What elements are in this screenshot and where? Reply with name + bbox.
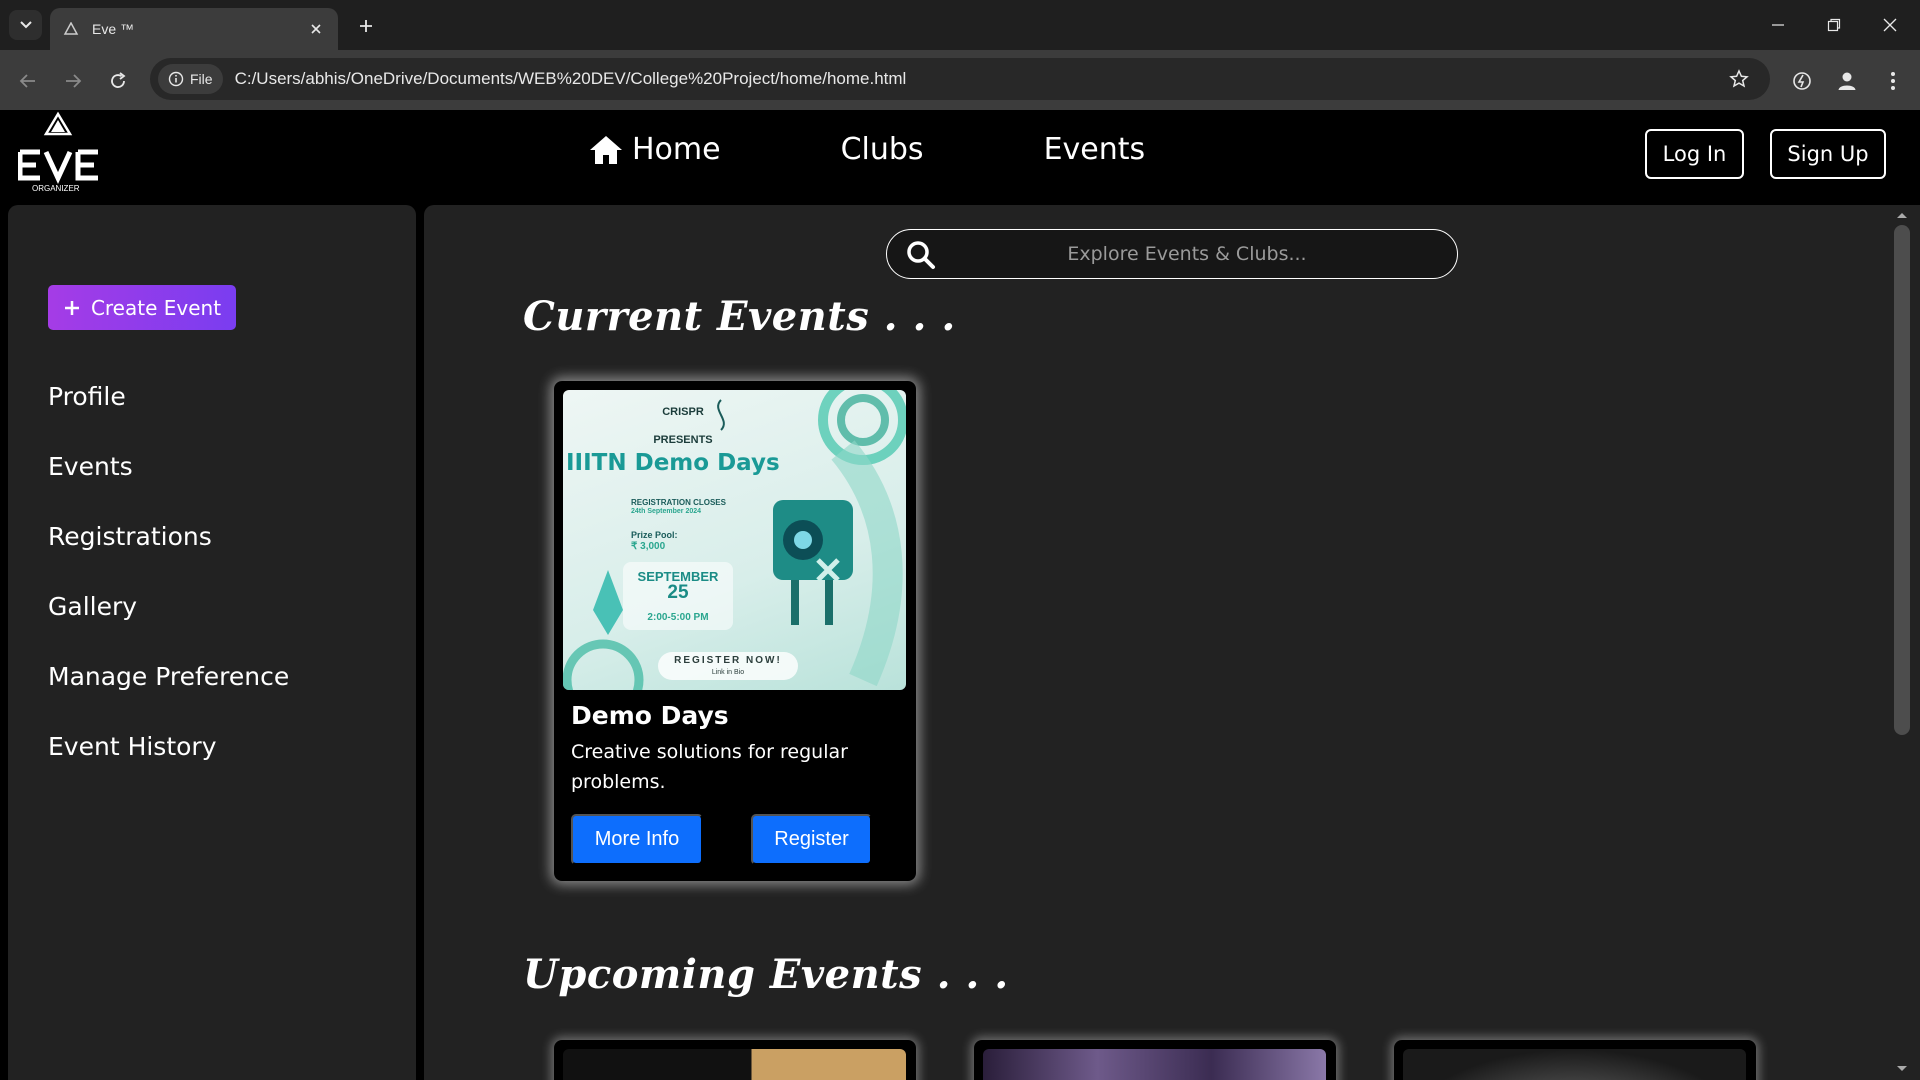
create-event-label: Create Event xyxy=(90,295,222,320)
sidebar-item-manage-preference[interactable]: Manage Preference xyxy=(48,662,289,691)
upcoming-event-card xyxy=(1394,1040,1756,1080)
scrollbar-thumb[interactable] xyxy=(1894,225,1910,735)
upcoming-event-card xyxy=(974,1040,1336,1080)
site-header: ORGANIZER Home Clubs Events Log In Sign … xyxy=(0,110,1920,205)
sidebar-item-gallery[interactable]: Gallery xyxy=(48,592,137,621)
scroll-down-arrow-icon[interactable] xyxy=(1894,1063,1910,1075)
restore-icon[interactable] xyxy=(1814,8,1854,42)
nav-home-label: Home xyxy=(632,132,721,167)
new-tab-icon[interactable] xyxy=(352,12,380,40)
signup-button[interactable]: Sign Up xyxy=(1770,129,1886,179)
nav-clubs-label: Clubs xyxy=(840,132,924,167)
nav-home-link[interactable]: Home xyxy=(588,132,721,167)
plus-icon xyxy=(64,300,79,315)
upcoming-event-card xyxy=(554,1040,916,1080)
poster-club: CRISPR xyxy=(662,406,704,418)
upcoming-events-heading: Upcoming Events . . . xyxy=(523,951,1009,998)
main-nav: Home Clubs Events xyxy=(588,132,1145,167)
nav-clubs-link[interactable]: Clubs xyxy=(841,132,924,167)
url-text: C:/Users/abhis/OneDrive/Documents/WEB%20… xyxy=(234,69,907,88)
nav-events-label: Events xyxy=(1043,132,1146,167)
sidebar-item-profile[interactable]: Profile xyxy=(48,382,126,411)
site-chip-label: File xyxy=(190,71,213,87)
chevron-down-icon xyxy=(19,21,32,29)
close-window-icon[interactable] xyxy=(1870,8,1910,42)
forward-arrow-icon[interactable] xyxy=(58,66,88,96)
search-input[interactable] xyxy=(947,230,1427,277)
sidebar-item-events[interactable]: Events xyxy=(48,452,133,481)
more-info-button[interactable]: More Info xyxy=(571,814,703,865)
home-icon xyxy=(590,135,622,164)
event-title: Demo Days xyxy=(571,701,729,730)
create-event-button[interactable]: Create Event xyxy=(48,285,236,330)
poster-cta-sub: Link in Bio xyxy=(711,669,745,676)
upcoming-event-image xyxy=(983,1049,1326,1080)
minimize-icon[interactable] xyxy=(1758,8,1798,42)
scroll-up-arrow-icon[interactable] xyxy=(1894,209,1910,221)
current-events-heading: Current Events . . . xyxy=(523,293,956,340)
sidebar-item-event-history[interactable]: Event History xyxy=(48,732,217,761)
site-info-chip[interactable]: File xyxy=(158,64,223,94)
address-bar[interactable]: File C:/Users/abhis/OneDrive/Documents/W… xyxy=(150,58,1770,100)
upcoming-event-image xyxy=(563,1049,906,1080)
nav-events-link[interactable]: Events xyxy=(1044,132,1146,167)
info-icon xyxy=(168,71,184,87)
login-button[interactable]: Log In xyxy=(1645,129,1744,179)
browser-tab-bar: Eve ™ xyxy=(0,0,1920,50)
event-description: Creative solutions for regular problems. xyxy=(571,741,848,793)
poster-reg-label: REGISTRATION CLOSES xyxy=(631,498,726,507)
poster-headline: IIITN Demo Days xyxy=(566,450,780,476)
sidebar-item-registrations[interactable]: Registrations xyxy=(48,522,212,551)
extensions-puzzle-icon[interactable] xyxy=(1785,64,1819,98)
poster-presents: PRESENTS xyxy=(653,434,713,446)
event-card: CRISPR PRESENTS IIITN Demo Days REGISTRA… xyxy=(554,381,916,881)
bookmark-star-icon[interactable] xyxy=(1724,64,1754,94)
poster-prize-label: Prize Pool: xyxy=(631,530,678,540)
logo-subtitle: ORGANIZER xyxy=(32,184,80,193)
eve-logo[interactable]: ORGANIZER xyxy=(17,110,100,202)
tab-search-menu-button[interactable] xyxy=(9,10,42,40)
search-bar xyxy=(886,229,1458,279)
event-poster-image: CRISPR PRESENTS IIITN Demo Days REGISTRA… xyxy=(563,390,906,690)
profile-avatar-icon[interactable] xyxy=(1830,64,1864,98)
browser-tab[interactable]: Eve ™ xyxy=(50,8,338,50)
register-button[interactable]: Register xyxy=(751,814,872,865)
search-icon[interactable] xyxy=(905,240,939,270)
main-content: Current Events . . . CRISPR PRESENTS xyxy=(424,205,1892,1080)
poster-day: 25 xyxy=(667,582,689,603)
poster-time: 2:00-5:00 PM xyxy=(647,612,709,623)
reload-icon[interactable] xyxy=(103,66,133,96)
sidebar: Create Event Profile Events Registration… xyxy=(8,205,416,1080)
browser-toolbar: File C:/Users/abhis/OneDrive/Documents/W… xyxy=(0,50,1920,110)
close-tab-icon[interactable] xyxy=(306,19,326,39)
poster-prize-value: ₹ 3,000 xyxy=(631,541,666,552)
eve-favicon-icon xyxy=(62,20,80,38)
tab-title: Eve ™ xyxy=(92,21,135,37)
poster-reg-date: 24th September 2024 xyxy=(631,508,702,515)
back-arrow-icon[interactable] xyxy=(13,66,43,96)
poster-cta: REGISTER NOW! xyxy=(674,655,782,666)
upcoming-event-image xyxy=(1403,1049,1746,1080)
kebab-menu-icon[interactable] xyxy=(1876,64,1910,98)
